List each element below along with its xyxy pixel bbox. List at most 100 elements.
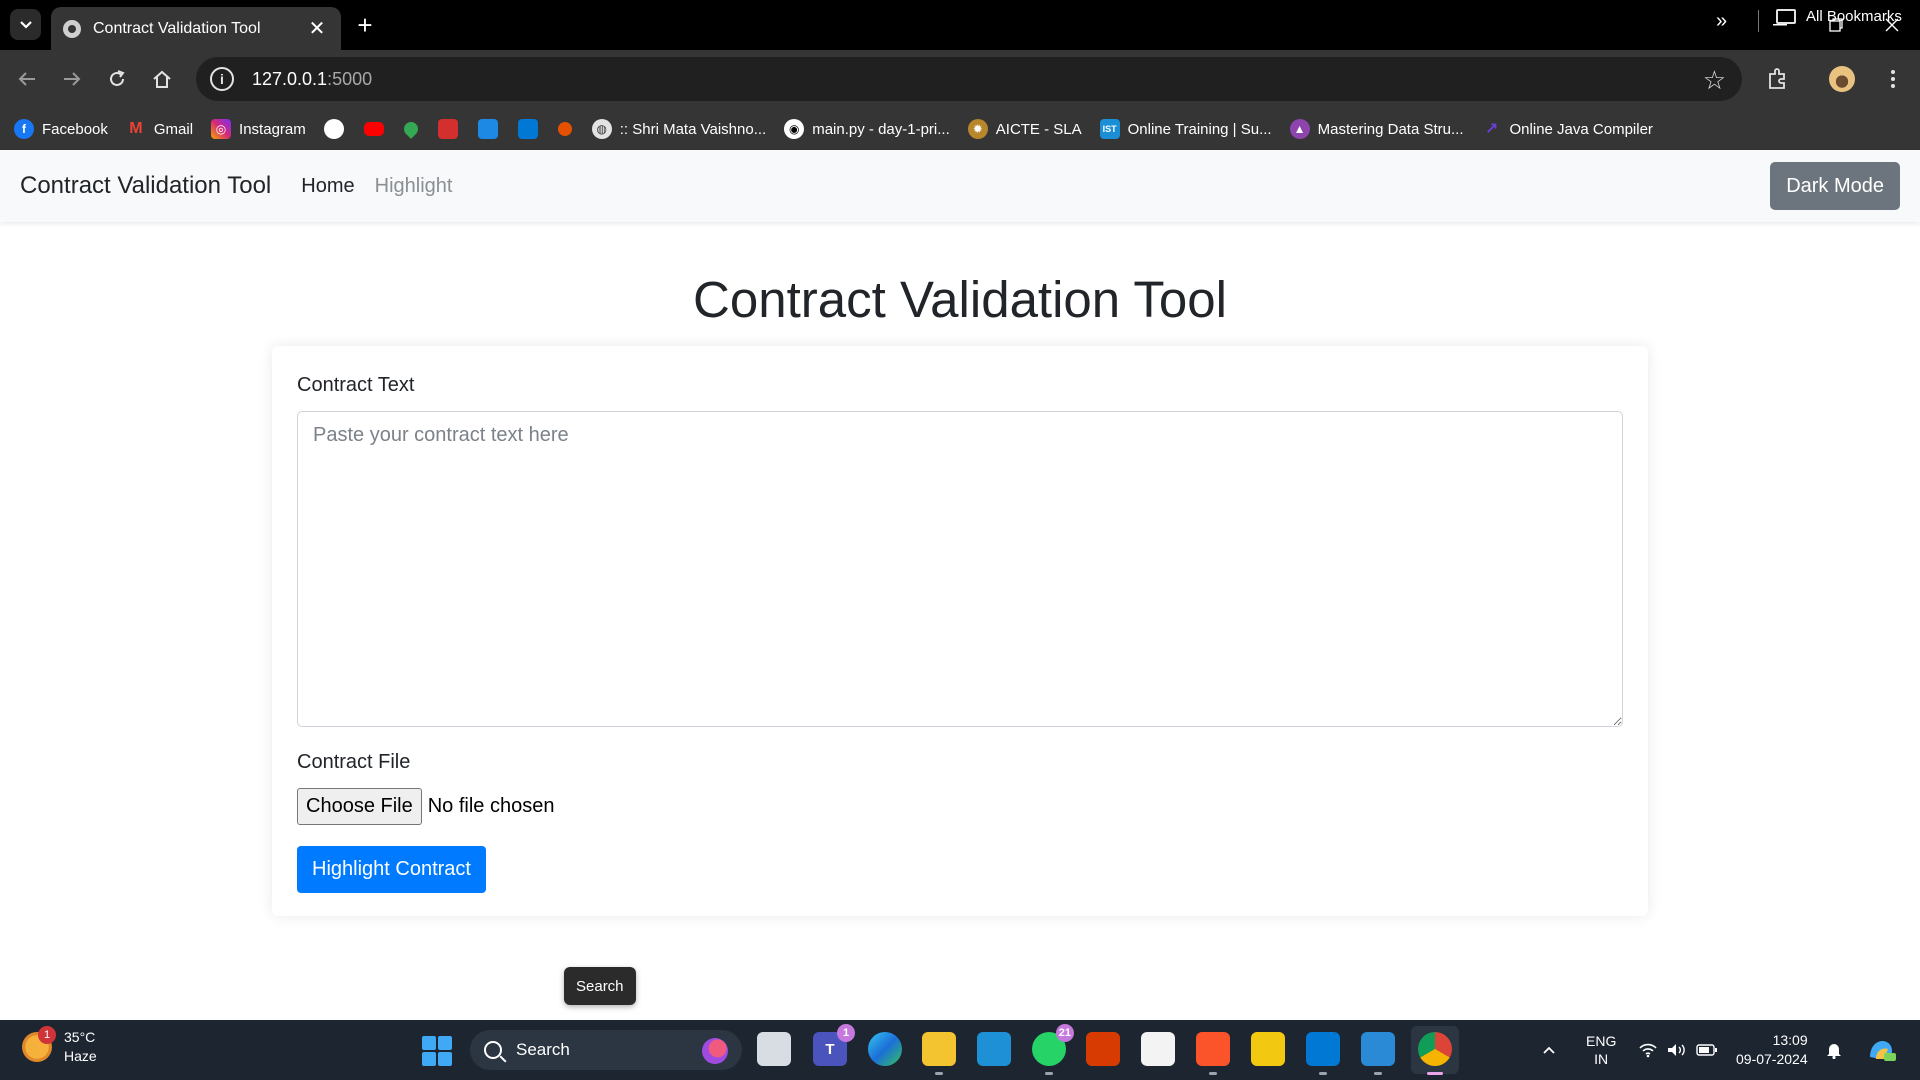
highlight-contract-button[interactable]: Highlight Contract [297, 846, 486, 893]
bookmark-online-training[interactable]: IST Online Training | Su... [1099, 119, 1272, 139]
vscode-icon[interactable] [1306, 1032, 1340, 1075]
taskbar-clock[interactable]: 13:09 09-07-2024 [1736, 1020, 1808, 1080]
weather-temperature: 35°C [64, 1029, 96, 1045]
bank-icon[interactable] [437, 119, 458, 139]
bookmark-main-py[interactable]: ◉ main.py - day-1-pri... [784, 119, 950, 139]
address-bar[interactable]: i 127.0.0.1 :5000 ☆ [196, 57, 1742, 101]
contract-file-label: Contract File [297, 751, 411, 773]
windows-logo-tile [438, 1036, 452, 1050]
ist-icon: IST [1099, 119, 1120, 139]
bookmark-online-java-compiler[interactable]: ↗ Online Java Compiler [1482, 119, 1653, 139]
browser-menu-button[interactable] [1877, 63, 1909, 95]
input-language-indicator[interactable]: ENG IN [1586, 1020, 1616, 1080]
navbar-brand[interactable]: Contract Validation Tool [20, 172, 271, 200]
wifi-icon [1639, 1043, 1657, 1058]
new-tab-button[interactable]: + [350, 10, 380, 40]
windows-logo-tile [422, 1052, 436, 1066]
forward-button[interactable] [56, 63, 88, 95]
google-icon[interactable] [323, 119, 344, 139]
arrow-left-icon [18, 72, 35, 86]
browser-toolbar: i 127.0.0.1 :5000 ☆ [0, 50, 1920, 108]
bookmark-mastering-data-structures[interactable]: ▲ Mastering Data Stru... [1289, 119, 1464, 139]
tab-search-button[interactable] [10, 9, 41, 40]
whatsapp-badge: 21 [1055, 1024, 1074, 1042]
replit-icon: ◉ [784, 119, 805, 139]
bell-icon [1827, 1044, 1841, 1059]
quick-settings-button[interactable] [1638, 1020, 1718, 1080]
running-indicator [1319, 1072, 1327, 1075]
logo-icon[interactable] [557, 122, 572, 136]
bookmark-instagram[interactable]: ◎ Instagram [211, 119, 306, 139]
bookmark-label: Gmail [153, 120, 194, 138]
back-button[interactable] [11, 63, 43, 95]
youtube-icon[interactable] [363, 122, 384, 136]
notifications-button[interactable] [1826, 1020, 1842, 1080]
page-content: Contract Validation Tool Home Highlight … [0, 150, 1920, 1020]
region-code: IN [1594, 1051, 1609, 1067]
site-info-icon[interactable]: i [210, 67, 234, 91]
reload-button[interactable] [101, 63, 133, 95]
microsoft-store-icon[interactable] [1141, 1032, 1175, 1066]
arrow-right-icon [64, 72, 81, 86]
running-indicator [1209, 1072, 1217, 1075]
whatsapp-icon[interactable]: 21 [1032, 1024, 1074, 1075]
taskbar-search[interactable]: Search [470, 1030, 742, 1070]
running-indicator [1045, 1072, 1053, 1075]
copilot-button[interactable] [1866, 1020, 1896, 1080]
profile-avatar[interactable] [1829, 66, 1855, 92]
choose-file-button[interactable]: Choose File [297, 788, 422, 825]
weather-badge: 1 [38, 1026, 56, 1044]
taskbar: 1 35°C Haze Search T 1 21 ENG IN 13:09 0… [0, 1020, 1920, 1080]
bookmark-gmail[interactable]: M Gmail [126, 119, 193, 139]
office-icon[interactable] [1086, 1032, 1120, 1066]
chevron-up-icon [1543, 1046, 1555, 1054]
edge-icon[interactable] [868, 1032, 902, 1066]
bookmark-shri-mata-vaishno[interactable]: ◍ :: Shri Mata Vaishno... [591, 119, 767, 139]
bookmark-label: :: Shri Mata Vaishno... [619, 120, 767, 138]
nav-link-home[interactable]: Home [301, 175, 354, 198]
bookmark-star-icon[interactable]: ☆ [1703, 65, 1726, 96]
java-compiler-icon: ↗ [1484, 121, 1499, 138]
clock-time: 13:09 [1772, 1032, 1808, 1048]
search-icon [484, 1041, 502, 1059]
teams-icon[interactable]: T 1 [813, 1024, 855, 1066]
home-button[interactable] [146, 63, 178, 95]
facebook-icon: f [14, 119, 34, 139]
file-explorer-icon[interactable] [922, 1032, 956, 1075]
taskbar-search-label: Search [516, 1040, 570, 1059]
app-shortcut-icon[interactable] [477, 119, 498, 139]
running-indicator [1427, 1072, 1443, 1075]
folder-icon [1776, 9, 1796, 24]
power-bi-icon[interactable] [1251, 1032, 1285, 1066]
chrome-icon[interactable] [1418, 1032, 1452, 1075]
outlook-icon[interactable] [517, 119, 538, 139]
dark-mode-button[interactable]: Dark Mode [1770, 162, 1900, 210]
bookmark-label: Online Training | Su... [1127, 120, 1272, 138]
close-icon[interactable]: ✕ [305, 16, 329, 41]
weather-widget[interactable]: 1 35°C Haze [22, 1026, 97, 1066]
remote-desktop-icon[interactable] [977, 1032, 1011, 1066]
show-hidden-icons-button[interactable] [1542, 1020, 1556, 1080]
start-button[interactable] [422, 1036, 452, 1066]
tab-strip: Contract Validation Tool ✕ + [0, 0, 1920, 50]
nav-link-highlight[interactable]: Highlight [375, 175, 453, 198]
file-input[interactable]: Choose File No file chosen [297, 788, 554, 825]
globe-icon [63, 19, 81, 38]
bookmarks-overflow-icon[interactable]: » [1716, 10, 1727, 33]
task-view-icon[interactable] [757, 1032, 791, 1066]
all-bookmarks-button[interactable]: All Bookmarks [1776, 8, 1902, 25]
contract-text-input[interactable] [297, 411, 1623, 727]
copilot-icon [1870, 1041, 1896, 1061]
bookmark-aicte-sla[interactable]: ✹ AICTE - SLA [967, 119, 1082, 139]
tab-contract-validation[interactable]: Contract Validation Tool ✕ [51, 7, 341, 50]
running-indicator [935, 1072, 943, 1075]
bookmarks-bar: f Facebook M Gmail ◎ Instagram ◍ :: Shri… [0, 108, 1920, 150]
extensions-button[interactable] [1761, 63, 1793, 95]
page-title: Contract Validation Tool [693, 271, 1227, 328]
battery-icon [1696, 1044, 1717, 1056]
maps-icon[interactable] [400, 119, 421, 139]
brave-icon[interactable] [1196, 1032, 1230, 1075]
bookmark-label: Instagram [239, 120, 306, 138]
photos-icon[interactable] [1361, 1032, 1395, 1075]
bookmark-facebook[interactable]: f Facebook [14, 119, 108, 139]
